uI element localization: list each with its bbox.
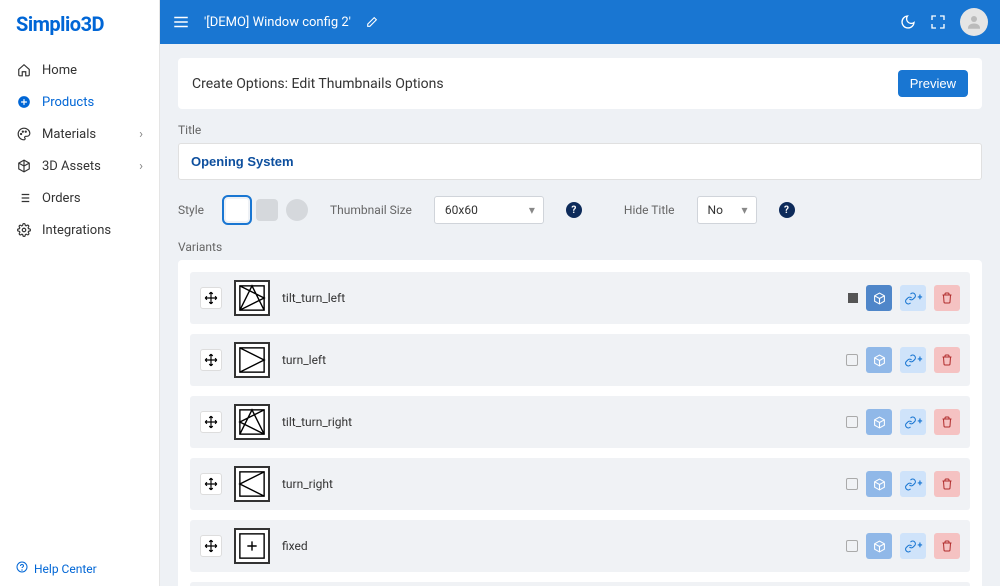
nav-label: Products <box>42 95 94 110</box>
home-icon <box>16 62 32 78</box>
variant-delete-button[interactable] <box>934 471 960 497</box>
variant-3d-button[interactable] <box>866 533 892 559</box>
variant-checkbox[interactable] <box>846 416 858 428</box>
sidebar-item-home[interactable]: Home <box>0 54 159 86</box>
main-nav: Home Products Materials › 3D Assets › Or… <box>0 48 159 551</box>
variant-row: turn_left + <box>190 334 970 386</box>
hide-title-help-icon[interactable]: ? <box>779 202 795 218</box>
sidebar: Simplio3D Home Products Materials › 3D A… <box>0 0 160 586</box>
plus-circle-icon <box>16 94 32 110</box>
variant-name: turn_left <box>282 353 326 367</box>
variant-link-button[interactable]: + <box>900 409 926 435</box>
variant-3d-button[interactable] <box>866 347 892 373</box>
fullscreen-icon[interactable] <box>930 14 946 30</box>
brand-logo: Simplio3D <box>0 0 159 48</box>
variant-checkbox[interactable] <box>846 354 858 366</box>
style-circle-swatch[interactable] <box>286 199 308 221</box>
theme-toggle-icon[interactable] <box>900 14 916 30</box>
variant-thumbnail[interactable] <box>234 466 270 502</box>
variant-delete-button[interactable] <box>934 533 960 559</box>
variant-row: tilt_turn_right + <box>190 396 970 448</box>
content: Create Options: Edit Thumbnails Options … <box>160 44 1000 586</box>
variants-label: Variants <box>178 240 982 254</box>
drag-handle-icon[interactable] <box>200 535 222 557</box>
nav-label: Orders <box>42 191 81 206</box>
edit-title-icon[interactable] <box>365 16 378 29</box>
variant-checkbox[interactable] <box>846 478 858 490</box>
variant-3d-button[interactable] <box>866 285 892 311</box>
variant-checkbox[interactable] <box>846 540 858 552</box>
topbar: '[DEMO] Window config 2' <box>160 0 1000 44</box>
variant-delete-button[interactable] <box>934 409 960 435</box>
sidebar-item-materials[interactable]: Materials › <box>0 118 159 150</box>
variant-row: fixed + <box>190 520 970 572</box>
variants-list: tilt_turn_left + turn_left + tilt_turn_r… <box>178 260 982 586</box>
chevron-right-icon: › <box>139 159 143 174</box>
variant-link-button[interactable]: + <box>900 533 926 559</box>
drag-handle-icon[interactable] <box>200 349 222 371</box>
drag-handle-icon[interactable] <box>200 473 222 495</box>
variant-link-button[interactable]: + <box>900 285 926 311</box>
variant-thumbnail[interactable] <box>234 404 270 440</box>
variant-name: fixed <box>282 539 308 553</box>
variant-row: turn_right + <box>190 458 970 510</box>
list-icon <box>16 190 32 206</box>
help-icon <box>16 561 28 576</box>
nav-label: Materials <box>42 127 96 142</box>
title-input[interactable] <box>178 143 982 180</box>
style-square-swatch[interactable] <box>226 199 248 221</box>
variant-thumbnail[interactable] <box>234 528 270 564</box>
nav-label: Home <box>42 63 77 78</box>
title-label: Title <box>178 123 982 137</box>
chevron-down-icon: ▾ <box>529 203 535 217</box>
variant-link-button[interactable]: + <box>900 471 926 497</box>
chevron-down-icon: ▾ <box>742 203 748 217</box>
preview-button[interactable]: Preview <box>898 70 968 97</box>
sidebar-item-products[interactable]: Products <box>0 86 159 118</box>
chevron-right-icon: › <box>139 127 143 142</box>
gear-icon <box>16 222 32 238</box>
page-header-card: Create Options: Edit Thumbnails Options … <box>178 58 982 109</box>
menu-toggle-icon[interactable] <box>172 13 190 31</box>
main-area: '[DEMO] Window config 2' Create Options:… <box>160 0 1000 586</box>
variant-row: tilt_turn_left + <box>190 272 970 324</box>
drag-handle-icon[interactable] <box>200 411 222 433</box>
sidebar-item-orders[interactable]: Orders <box>0 182 159 214</box>
variant-delete-button[interactable] <box>934 347 960 373</box>
style-label: Style <box>178 203 204 217</box>
style-swatches <box>226 199 308 221</box>
variant-thumbnail[interactable] <box>234 280 270 316</box>
variant-link-button[interactable]: + <box>900 347 926 373</box>
thumb-size-label: Thumbnail Size <box>330 203 412 217</box>
thumb-size-help-icon[interactable]: ? <box>566 202 582 218</box>
variant-thumbnail[interactable] <box>234 342 270 378</box>
page-title: Create Options: Edit Thumbnails Options <box>192 76 444 92</box>
nav-label: 3D Assets <box>42 159 101 174</box>
variant-name: turn_right <box>282 477 333 491</box>
variant-3d-button[interactable] <box>866 471 892 497</box>
cube-icon <box>16 158 32 174</box>
drag-handle-icon[interactable] <box>200 287 222 309</box>
nav-label: Integrations <box>42 223 111 238</box>
variant-row: tilt_only + <box>190 582 970 586</box>
hide-title-label: Hide Title <box>624 203 675 217</box>
thumb-size-select[interactable]: 60x60 ▾ <box>434 196 544 224</box>
primary-indicator-icon <box>848 293 858 303</box>
sidebar-item-3d-assets[interactable]: 3D Assets › <box>0 150 159 182</box>
help-center-link[interactable]: Help Center <box>0 551 159 586</box>
variant-name: tilt_turn_right <box>282 415 352 429</box>
variant-name: tilt_turn_left <box>282 291 345 305</box>
user-avatar[interactable] <box>960 8 988 36</box>
variant-3d-button[interactable] <box>866 409 892 435</box>
style-rounded-swatch[interactable] <box>256 199 278 221</box>
project-title: '[DEMO] Window config 2' <box>204 15 351 30</box>
palette-icon <box>16 126 32 142</box>
variant-delete-button[interactable] <box>934 285 960 311</box>
sidebar-item-integrations[interactable]: Integrations <box>0 214 159 246</box>
hide-title-select[interactable]: No ▾ <box>697 196 757 224</box>
